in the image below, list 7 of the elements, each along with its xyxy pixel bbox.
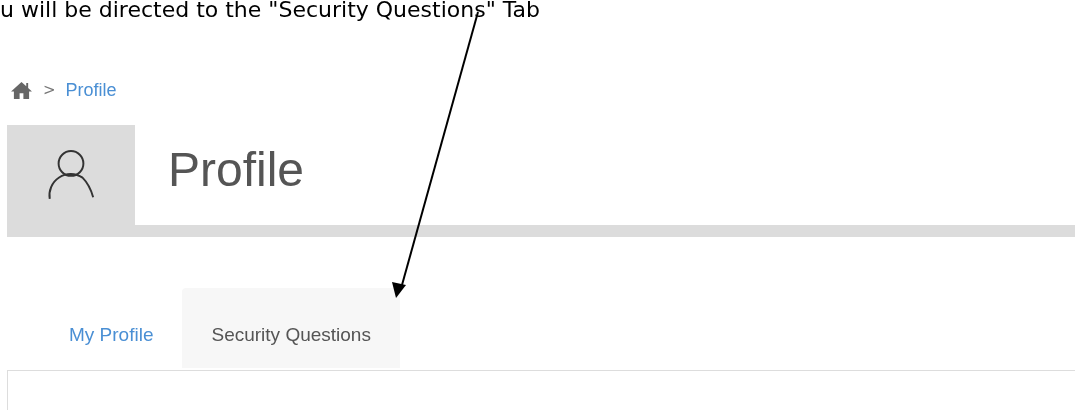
tab[interactable]: Security Questions	[182, 288, 400, 368]
page-title: Profile	[168, 141, 305, 197]
breadcrumb-link[interactable]: Profile	[65, 79, 117, 101]
annotation-text: u will be directed to the "Security Questions" Tab	[0, 0, 541, 22]
home-icon[interactable]	[10, 80, 33, 100]
tab[interactable]: My Profile	[40, 288, 183, 368]
breadcrumb-separator: >	[43, 81, 56, 99]
